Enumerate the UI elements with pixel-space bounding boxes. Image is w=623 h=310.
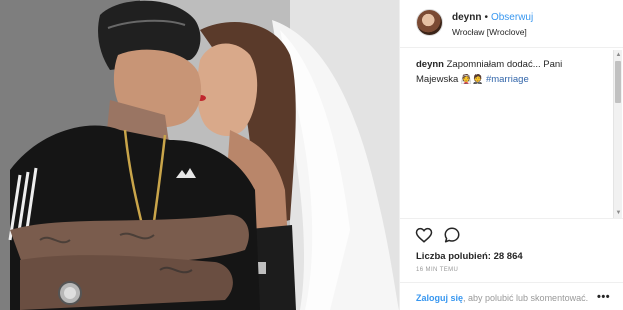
follow-button[interactable]: Obserwuj xyxy=(491,12,533,23)
post-actions: Liczba polubień: 28 864 16 MIN TEMU Zalo… xyxy=(400,218,623,310)
location-link[interactable]: Wrocław [Wroclove] xyxy=(452,27,527,37)
heart-icon xyxy=(415,227,433,243)
caption-username[interactable]: deynn xyxy=(416,59,444,70)
post-header: deynn • Obserwuj Wrocław [Wroclove] xyxy=(400,0,623,48)
likes-label: Liczba polubień: xyxy=(416,251,491,262)
login-link[interactable]: Zaloguj się xyxy=(416,293,463,303)
post-timestamp[interactable]: 16 MIN TEMU xyxy=(416,267,458,273)
avatar[interactable] xyxy=(416,9,443,36)
login-rest-text: , aby polubić lub skomentować. xyxy=(463,293,589,303)
likes-number: 28 864 xyxy=(493,251,523,262)
post-photo[interactable] xyxy=(0,0,399,310)
comment-icon xyxy=(444,227,460,243)
login-prompt: Zaloguj się, aby polubić lub skomentować… xyxy=(400,282,623,310)
scroll-up-arrow-icon[interactable]: ▲ xyxy=(615,51,622,59)
like-button[interactable] xyxy=(415,226,433,244)
likes-count[interactable]: Liczba polubień: 28 864 xyxy=(416,251,523,262)
login-text: Zaloguj się, aby polubić lub skomentować… xyxy=(416,293,588,303)
comments-scrollbar[interactable]: ▲ ▼ xyxy=(613,50,622,218)
scroll-down-arrow-icon[interactable]: ▼ xyxy=(615,209,622,217)
post-caption: deynn Zapomniałam dodać... Pani Majewska… xyxy=(416,58,606,87)
comment-button[interactable] xyxy=(443,226,461,244)
post-side-panel: deynn • Obserwuj Wrocław [Wroclove] deynn … xyxy=(399,0,623,310)
header-user-line: deynn • Obserwuj xyxy=(452,12,533,23)
photo-illustration xyxy=(0,0,399,310)
more-options-icon[interactable]: ••• xyxy=(597,291,610,303)
header-username[interactable]: deynn xyxy=(452,12,481,23)
header-separator: • xyxy=(484,12,488,23)
scrollbar-thumb[interactable] xyxy=(615,61,621,103)
caption-hashtag[interactable]: #marriage xyxy=(486,74,529,85)
caption-emoji: 👰🤵 xyxy=(460,74,484,84)
